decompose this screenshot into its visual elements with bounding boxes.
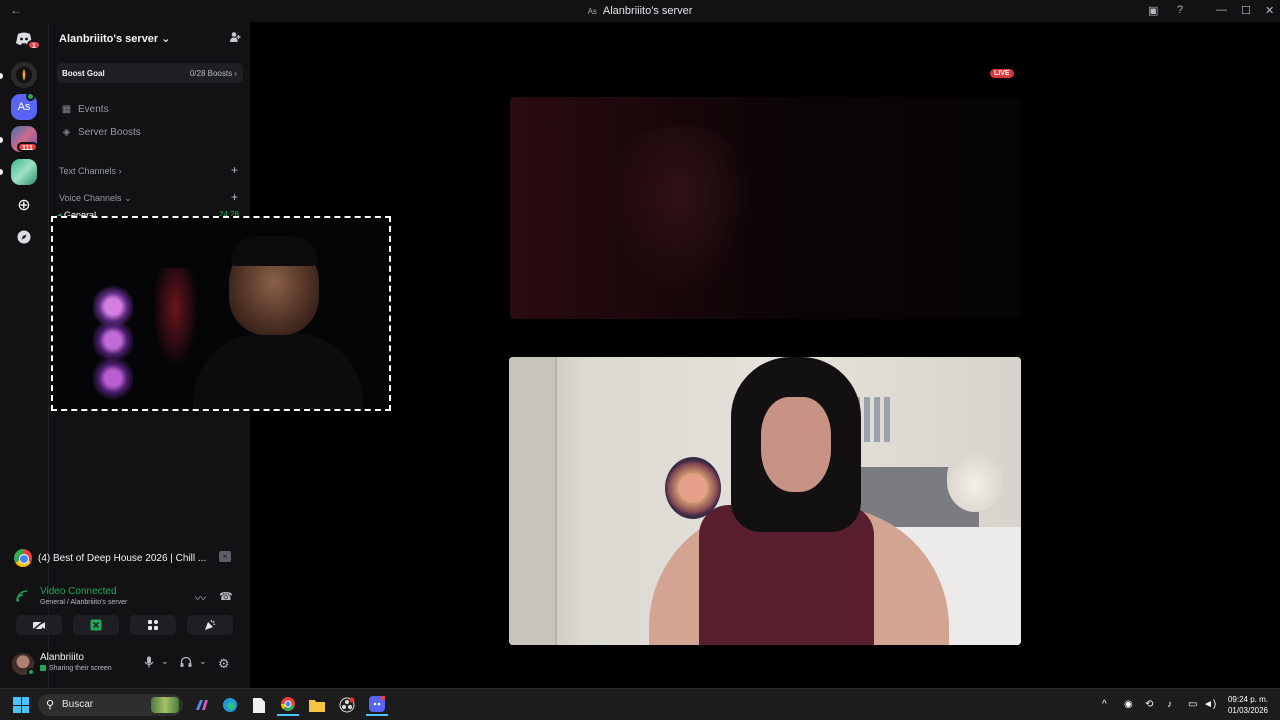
search-highlight-image [151, 697, 179, 713]
file-icon[interactable] [248, 694, 270, 716]
camera-video-tile[interactable] [509, 357, 1021, 645]
title-bar: ← As Alanbriiito's server ▣ ? — ☐ ✕ [0, 0, 1280, 22]
clock-time: 09:24 p. m. [1227, 695, 1268, 704]
inbox-icon[interactable]: ▣ [1148, 4, 1158, 17]
video-connected-label: Video Connected [40, 586, 117, 597]
preview-red-glow [153, 268, 198, 368]
tray-app-icon[interactable]: ◉ [1124, 699, 1133, 710]
server-as-status [26, 92, 35, 101]
unread-pill [0, 73, 3, 79]
chevron-down-icon: ⌄ [161, 33, 171, 45]
camera-door [509, 357, 557, 645]
sidebar-item-label: Events [78, 104, 109, 115]
gear-icon[interactable]: ⚙ [218, 656, 230, 672]
category-voice-channels[interactable]: Voice Channels ⌄ [59, 193, 132, 204]
volume-icon[interactable]: ◄) [1203, 699, 1216, 710]
stream-video-tile[interactable] [510, 97, 1021, 319]
windows-start-icon[interactable] [13, 697, 29, 713]
search-icon: ⚲ [46, 699, 55, 711]
signal-icon [16, 590, 28, 605]
headphones-icon[interactable] [180, 656, 192, 671]
edge-icon[interactable] [219, 694, 241, 716]
tray-sync-icon[interactable]: ⟲ [1145, 699, 1153, 710]
chevron-right-icon: › [118, 166, 122, 176]
preview-person-body [193, 333, 363, 409]
category-label: Voice Channels [59, 193, 122, 203]
add-voice-channel-icon[interactable]: + [231, 190, 238, 204]
disconnect-icon[interactable]: ☎ [219, 590, 233, 603]
file-explorer-icon[interactable] [306, 694, 328, 716]
toggle-camera-button[interactable] [16, 615, 62, 635]
network-icon[interactable]: ▭ [1188, 699, 1197, 710]
discord-taskbar-icon[interactable] [366, 694, 388, 716]
preview-person-hair [231, 236, 317, 266]
add-server-icon[interactable]: ⊕ [11, 192, 37, 218]
noise-suppression-icon[interactable]: 〰 [195, 590, 206, 606]
voice-location-label: General / Alanbriiito's server [40, 599, 128, 606]
home-badge: 1 [27, 40, 41, 50]
server-green-icon[interactable] [11, 159, 37, 185]
share-screen-button[interactable] [73, 615, 119, 635]
window-title-text: Alanbriiito's server [602, 5, 693, 17]
online-status-dot [27, 668, 35, 676]
server-anime-badge: 111 [17, 142, 38, 152]
add-text-channel-icon[interactable]: + [231, 163, 238, 177]
soundboard-button[interactable] [187, 615, 233, 635]
clock-date: 01/03/2026 [1227, 706, 1268, 715]
microphone-icon[interactable] [144, 656, 154, 671]
chevron-down-icon: ⌄ [124, 193, 132, 203]
tray-chevron-up-icon[interactable]: ^ [1102, 699, 1107, 710]
camera-person-face [761, 397, 831, 492]
close-icon[interactable]: ✕ [1265, 4, 1274, 17]
discover-compass-icon[interactable] [11, 224, 37, 250]
windows-taskbar: ⚲ Buscar ^ ◉ ⟲ ♪ ▭ ◄) 09:24 p. m. 01/03/… [0, 688, 1280, 720]
unread-pill [0, 169, 3, 175]
boost-gem-icon: ◈ [62, 127, 71, 138]
copilot-icon[interactable] [190, 694, 212, 716]
calendar-icon: ▦ [61, 104, 72, 115]
sidebar-item-events[interactable]: ▦ Events [61, 104, 109, 115]
chevron-down-icon[interactable]: ⌄ [161, 656, 169, 667]
boost-count-text: 0/28 Boosts [189, 69, 233, 78]
camera-hat-right [947, 452, 1003, 512]
category-label: Text Channels [59, 166, 117, 176]
sidebar-item-server-boosts[interactable]: ◈ Server Boosts [61, 127, 141, 138]
server-fire-icon[interactable] [11, 62, 37, 88]
window-title: As Alanbriiito's server [0, 5, 1280, 17]
chevron-down-icon[interactable]: ⌄ [199, 656, 207, 667]
unread-pill [0, 137, 3, 143]
search-placeholder: Buscar [62, 699, 94, 710]
user-status: Sharing their screen [40, 665, 112, 672]
screen-share-preview[interactable] [51, 216, 391, 411]
close-activity-icon[interactable]: × [219, 551, 231, 562]
boost-count: 0/28 Boosts › [190, 69, 237, 78]
maximize-icon[interactable]: ☐ [1241, 4, 1251, 17]
chrome-icon [14, 549, 32, 567]
server-name-header[interactable]: Alanbriiito's server ⌄ [59, 32, 171, 45]
taskbar-search[interactable]: ⚲ Buscar [38, 694, 183, 716]
chevron-right-icon: › [234, 69, 237, 78]
chrome-taskbar-icon[interactable] [277, 694, 299, 716]
now-playing-activity[interactable]: (4) Best of Deep House 2026 | Chill ... [14, 549, 206, 567]
help-icon[interactable]: ? [1177, 4, 1183, 16]
user-name: Alanbriiito [40, 652, 84, 663]
preview-lights [93, 273, 133, 408]
obs-icon[interactable] [336, 694, 358, 716]
category-text-channels[interactable]: Text Channels › [59, 166, 122, 176]
live-badge: LIVE [990, 69, 1014, 78]
activities-button[interactable] [130, 615, 176, 635]
minimize-icon[interactable]: — [1216, 4, 1227, 16]
window-server-tag: As [587, 7, 597, 16]
boost-goal-label: Boost Goal [62, 69, 105, 78]
stream-video-content [610, 127, 750, 297]
system-clock[interactable]: 09:24 p. m. 01/03/2026 [1228, 694, 1268, 716]
boost-goal-bar[interactable]: Boost Goal 0/28 Boosts › [57, 63, 243, 83]
sidebar-item-label: Server Boosts [78, 127, 141, 138]
tray-microphone-icon[interactable]: ♪ [1167, 699, 1172, 710]
now-playing-title: (4) Best of Deep House 2026 | Chill ... [38, 552, 207, 564]
add-member-icon[interactable] [229, 31, 241, 46]
server-name: Alanbriiito's server [59, 33, 159, 45]
